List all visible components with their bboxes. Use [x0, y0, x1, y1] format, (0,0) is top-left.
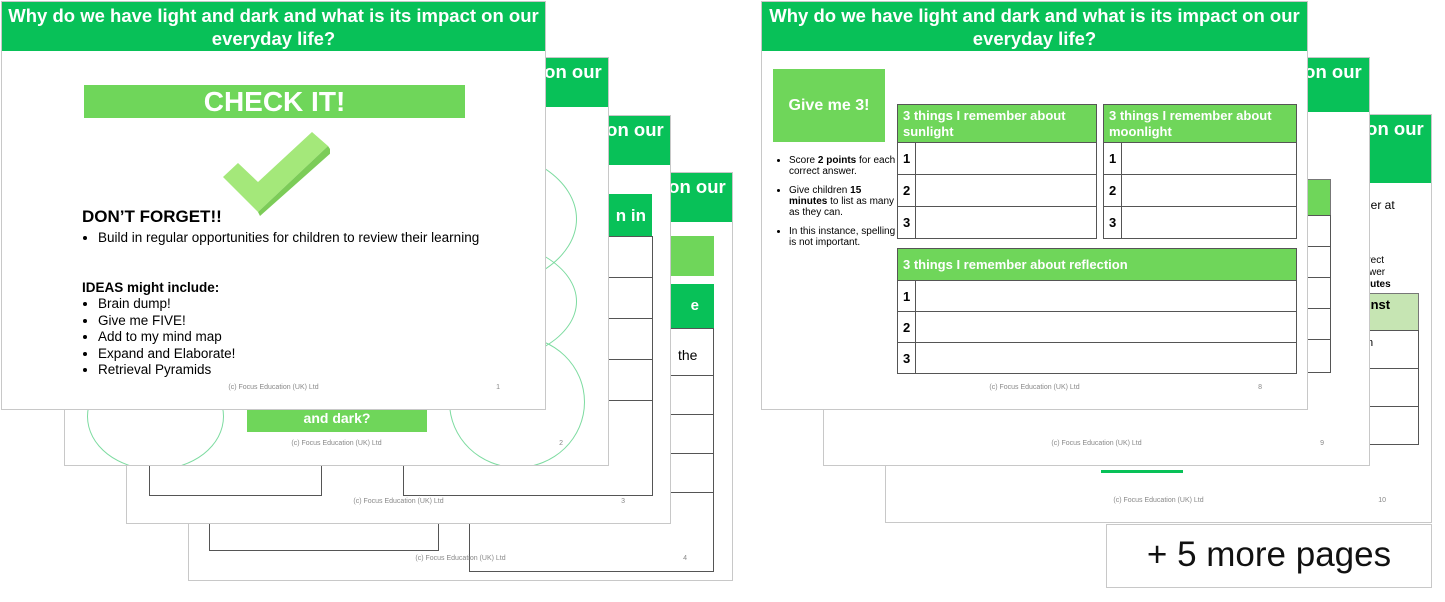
footer: (c) Focus Education (UK) Ltd: [228, 384, 319, 391]
footer: (c) Focus Education (UK) Ltd: [353, 498, 444, 505]
idea-item: Retrieval Pyramids: [98, 362, 235, 379]
ideas-heading: IDEAS might include:: [82, 280, 220, 295]
row-number: 3: [896, 206, 917, 239]
sunlight-table: 3 things I remember about sunlight 1 2 3: [896, 104, 1097, 239]
answer-cell[interactable]: [915, 280, 1297, 312]
idea-item: Brain dump!: [98, 296, 235, 313]
page-number: 9: [1320, 440, 1324, 447]
row-number: 2: [896, 174, 917, 207]
give-me-3-badge: Give me 3!: [773, 69, 885, 142]
text-fragment: the: [678, 347, 698, 363]
footer: (c) Focus Education (UK) Ltd: [1051, 440, 1142, 447]
answer-cell[interactable]: [915, 342, 1297, 374]
more-pages-label: + 5 more pages: [1106, 524, 1432, 588]
table-header: 3 things I remember about reflection: [897, 248, 1297, 281]
instruction-item: Score 2 points for each correct answer.: [789, 155, 899, 177]
instruction-item: Give children 15 minutes to list as many…: [789, 185, 899, 218]
slide-8[interactable]: Why do we have light and dark and what i…: [761, 1, 1308, 410]
footer: (c) Focus Education (UK) Ltd: [989, 384, 1080, 391]
footer: (c) Focus Education (UK) Ltd: [291, 440, 382, 447]
row-number: 3: [896, 342, 917, 374]
answer-cell[interactable]: [1121, 174, 1297, 207]
reminder-item: Build in regular opportunities for child…: [98, 230, 488, 246]
idea-item: Add to my mind map: [98, 329, 235, 346]
green-bar: [1101, 470, 1183, 473]
answer-cell[interactable]: [915, 174, 1097, 207]
row-number: 1: [1102, 142, 1123, 175]
instructions-list: Score 2 points for each correct answer. …: [773, 155, 899, 248]
reflection-table: 3 things I remember about reflection 1 2…: [896, 248, 1297, 374]
slide-title: Why do we have light and dark and what i…: [762, 2, 1307, 51]
answer-cell[interactable]: [915, 311, 1297, 343]
page-number: 3: [621, 498, 625, 505]
row-number: 3: [1102, 206, 1123, 239]
page-number: 4: [683, 555, 687, 562]
slide-title: Why do we have light and dark and what i…: [2, 2, 545, 51]
ideas-list: Brain dump! Give me FIVE! Add to my mind…: [82, 296, 235, 379]
checkmark-icon: [223, 132, 330, 216]
answer-cell[interactable]: [1121, 142, 1297, 175]
dont-forget-heading: DON’T FORGET!!: [82, 207, 222, 226]
row-number: 1: [896, 280, 917, 312]
row-number: 2: [1102, 174, 1123, 207]
table-header: 3 things I remember about moonlight: [1103, 104, 1297, 143]
instruction-item: In this instance, spelling is not import…: [789, 226, 899, 248]
reminder-list: Build in regular opportunities for child…: [82, 230, 488, 246]
idea-item: Give me FIVE!: [98, 313, 235, 330]
footer: (c) Focus Education (UK) Ltd: [1113, 497, 1204, 504]
page-number: 1: [496, 384, 500, 391]
answer-cell[interactable]: [915, 206, 1097, 239]
page-number: 10: [1378, 497, 1386, 504]
page-number: 2: [559, 440, 563, 447]
footer: (c) Focus Education (UK) Ltd: [415, 555, 506, 562]
check-it-banner: CHECK IT!: [84, 85, 465, 118]
page-number: 8: [1258, 384, 1262, 391]
answer-cell[interactable]: [915, 142, 1097, 175]
slide-1[interactable]: Why do we have light and dark and what i…: [1, 1, 546, 410]
row-number: 1: [896, 142, 917, 175]
table-header: 3 things I remember about sunlight: [897, 104, 1097, 143]
idea-item: Expand and Elaborate!: [98, 346, 235, 363]
moonlight-table: 3 things I remember about moonlight 1 2 …: [1102, 104, 1297, 239]
answer-cell[interactable]: [1121, 206, 1297, 239]
row-number: 2: [896, 311, 917, 343]
